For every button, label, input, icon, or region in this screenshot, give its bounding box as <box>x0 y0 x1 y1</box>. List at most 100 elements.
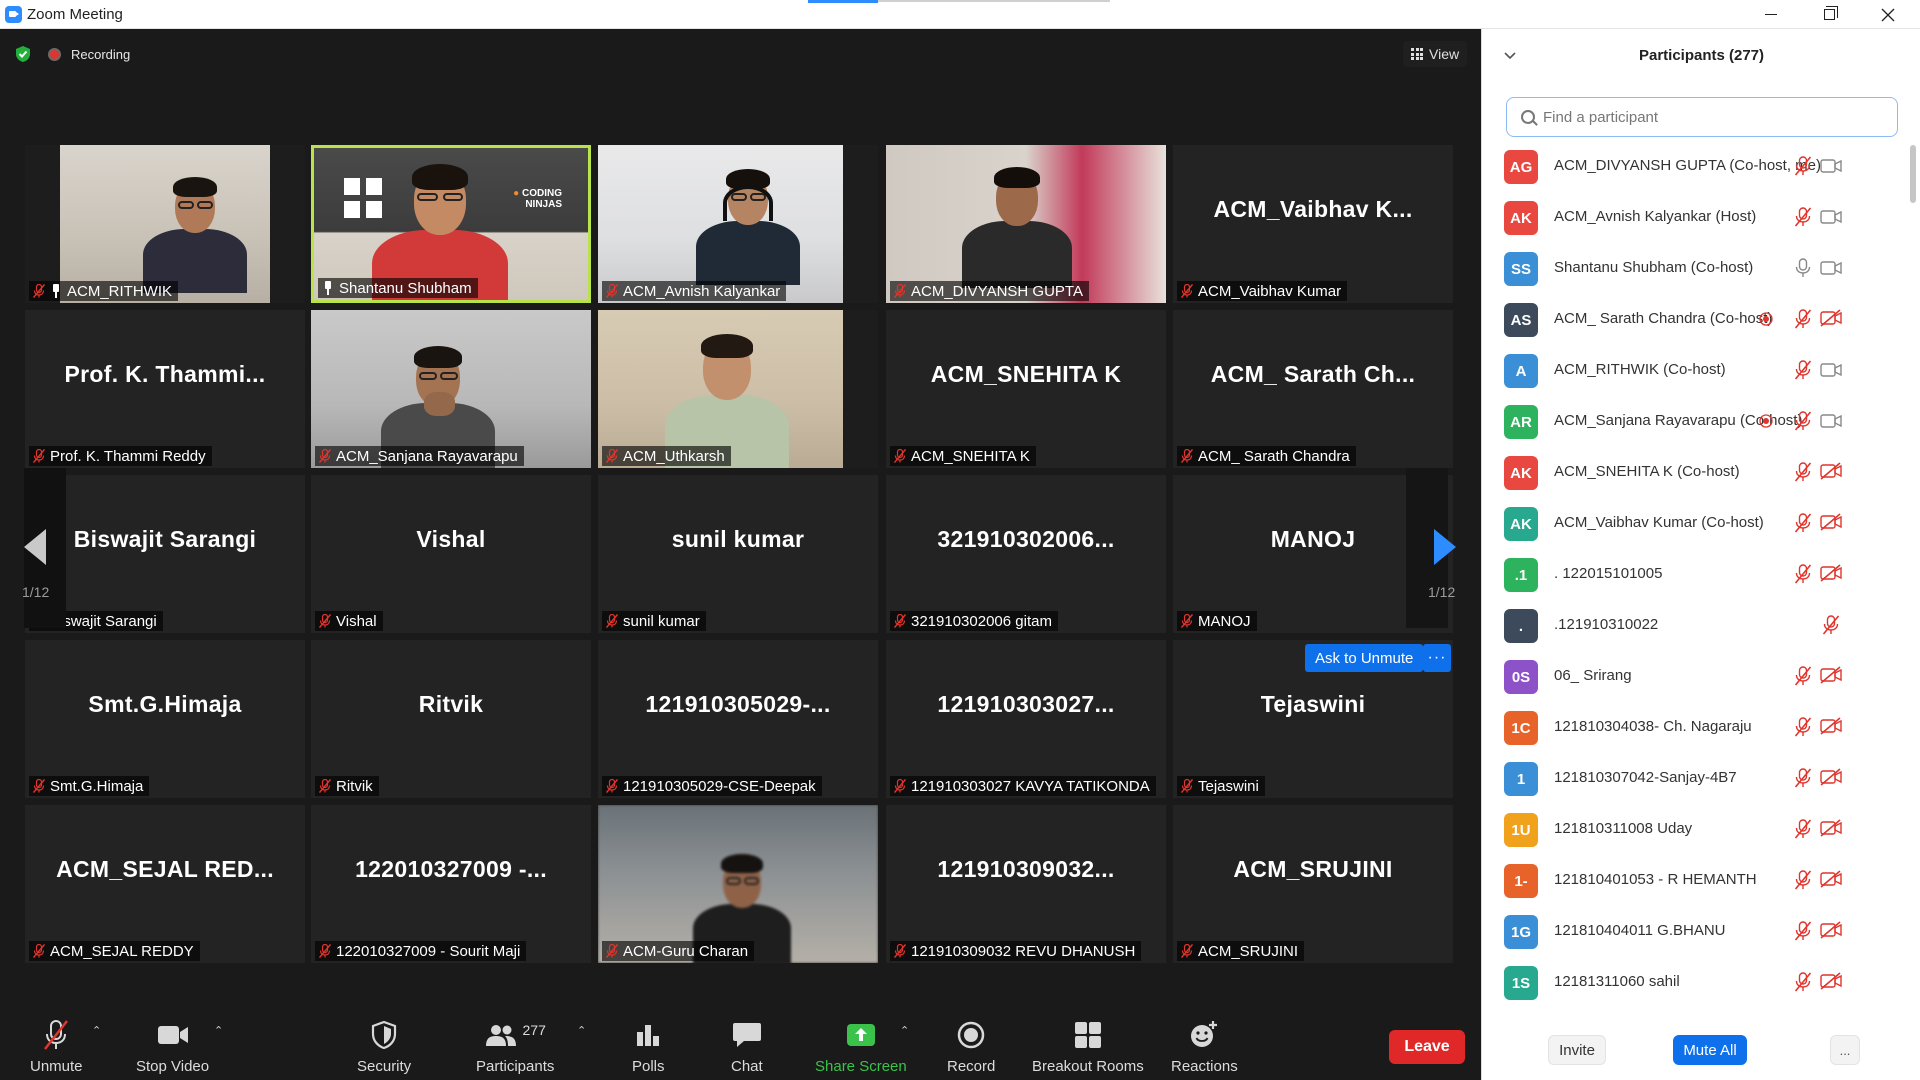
page-indicator-left: 1/12 <box>22 584 50 600</box>
video-camera-icon <box>1820 209 1842 230</box>
view-button[interactable]: View <box>1403 41 1468 67</box>
video-tile[interactable]: Biswajit Sarangi Biswajit Sarangi <box>25 475 305 633</box>
video-tile[interactable]: ACM_RITHWIK <box>25 145 305 303</box>
video-tile[interactable]: sunil kumar sunil kumar <box>598 475 878 633</box>
mic-muted-icon[interactable] <box>1794 717 1812 742</box>
participant-row[interactable]: AK ACM_SNEHITA K (Co-host) <box>1482 446 1902 497</box>
mic-muted-icon[interactable] <box>1794 309 1812 334</box>
participant-row[interactable]: 1U 121810311008 Uday <box>1482 803 1902 854</box>
participant-row[interactable]: AR ACM_Sanjana Rayavarapu (Co-host) <box>1482 395 1902 446</box>
participant-name-display: ACM_Vaibhav K... <box>1213 195 1413 222</box>
mic-muted-icon[interactable] <box>1794 564 1812 589</box>
participant-search-input[interactable] <box>1543 108 1883 126</box>
video-tile[interactable]: 121910305029-... 121910305029-CSE-Deepak <box>598 640 878 798</box>
video-tile[interactable]: ACM_Uthkarsh <box>598 310 878 468</box>
participant-row[interactable]: 1S 12181311060 sahil <box>1482 956 1902 1007</box>
video-tile[interactable]: Ritvik Ritvik <box>311 640 591 798</box>
record-button[interactable]: Record <box>947 1018 995 1075</box>
video-tile[interactable]: ACM_Vaibhav K... ACM_Vaibhav Kumar <box>1173 145 1453 303</box>
video-tile[interactable]: 321910302006... 321910302006 gitam <box>886 475 1166 633</box>
mic-muted-icon[interactable] <box>1794 819 1812 844</box>
participant-row[interactable]: A ACM_RITHWIK (Co-host) <box>1482 344 1902 395</box>
mic-muted-icon[interactable] <box>1794 870 1812 895</box>
video-tile[interactable]: 121910309032... 121910309032 REVU DHANUSH <box>886 805 1166 963</box>
participant-search-box[interactable] <box>1506 97 1898 137</box>
video-tile[interactable]: Smt.G.Himaja Smt.G.Himaja <box>25 640 305 798</box>
leave-button[interactable]: Leave <box>1389 1030 1465 1064</box>
mic-muted-icon <box>893 448 907 463</box>
video-tile[interactable]: 122010327009 -... 122010327009 - Sourit M… <box>311 805 591 963</box>
participant-row[interactable]: .1 . 122015101005 <box>1482 548 1902 599</box>
video-tile[interactable]: ACM_DIVYANSH GUPTA <box>886 145 1166 303</box>
tile-more-options-button[interactable]: ··· <box>1423 644 1451 672</box>
minimize-button[interactable] <box>1748 0 1794 29</box>
mic-muted-icon[interactable] <box>1794 360 1812 385</box>
share-screen-button[interactable]: Share Screen <box>815 1018 907 1075</box>
mic-muted-icon[interactable] <box>1794 207 1812 232</box>
mic-muted-icon[interactable] <box>1794 411 1812 436</box>
mic-muted-icon[interactable] <box>1794 972 1812 997</box>
participant-row[interactable]: AS ACM_ Sarath Chandra (Co-host) <box>1482 293 1902 344</box>
video-tile[interactable]: 121910303027... 121910303027 KAVYA TATIKO… <box>886 640 1166 798</box>
encryption-shield-icon[interactable] <box>14 45 32 63</box>
participant-row[interactable]: AG ACM_DIVYANSH GUPTA (Co-host, me) <box>1482 140 1902 191</box>
maximize-button[interactable] <box>1806 0 1852 29</box>
video-tile[interactable]: ACM_SRUJINI ACM_SRUJINI <box>1173 805 1453 963</box>
mute-all-button[interactable]: Mute All <box>1673 1035 1747 1065</box>
video-tile[interactable]: ACM_SEJAL RED... ACM_SEJAL REDDY <box>25 805 305 963</box>
participant-row[interactable]: 1C 121810304038- Ch. Nagaraju <box>1482 701 1902 752</box>
participant-row[interactable]: 0S 06_ Srirang <box>1482 650 1902 701</box>
scrollbar-thumb[interactable] <box>1910 145 1916 203</box>
unmute-button[interactable]: Unmute <box>30 1018 83 1075</box>
video-options-caret[interactable]: ⌃ <box>214 1024 223 1037</box>
ask-to-unmute-button[interactable]: Ask to Unmute <box>1305 644 1424 672</box>
mic-muted-icon[interactable] <box>1794 921 1812 946</box>
participant-row[interactable]: AK ACM_Avnish Kalyankar (Host) <box>1482 191 1902 242</box>
breakout-rooms-button[interactable]: Breakout Rooms <box>1032 1018 1144 1075</box>
participant-row[interactable]: . .121910310022 <box>1482 599 1902 650</box>
participant-name-label: ACM_Uthkarsh <box>602 446 731 466</box>
mic-icon[interactable] <box>1794 258 1812 283</box>
chat-button[interactable]: Chat <box>731 1018 763 1075</box>
video-tile[interactable]: ACM-Guru Charan <box>598 805 878 963</box>
participants-button[interactable]: 277 Participants <box>476 1018 554 1075</box>
polls-button[interactable]: Polls <box>632 1018 665 1075</box>
participant-row[interactable]: SS Shantanu Shubham (Co-host) <box>1482 242 1902 293</box>
mic-muted-icon[interactable] <box>1794 156 1812 181</box>
panel-more-button[interactable]: ... <box>1830 1035 1860 1065</box>
previous-page-button[interactable] <box>24 468 66 628</box>
video-tile[interactable]: Prof. K. Thammi... Prof. K. Thammi Reddy <box>25 310 305 468</box>
participant-list-scrollbar[interactable] <box>1909 139 1917 1039</box>
reactions-button[interactable]: Reactions <box>1171 1018 1238 1075</box>
video-tile[interactable]: Vishal Vishal <box>311 475 591 633</box>
invite-button[interactable]: Invite <box>1548 1035 1606 1065</box>
participant-avatar: AS <box>1504 303 1538 337</box>
participant-row[interactable]: AK ACM_Vaibhav Kumar (Co-host) <box>1482 497 1902 548</box>
mic-muted-icon[interactable] <box>1794 513 1812 538</box>
stop-video-button[interactable]: Stop Video <box>136 1018 209 1075</box>
video-tile[interactable]: ACM_ Sarath Ch... ACM_ Sarath Chandra <box>1173 310 1453 468</box>
video-tile[interactable]: ACM_Avnish Kalyankar <box>598 145 878 303</box>
close-window-button[interactable] <box>1865 0 1911 29</box>
next-page-button[interactable] <box>1406 468 1456 628</box>
participant-avatar: AK <box>1504 507 1538 541</box>
participant-name: . 122015101005 <box>1554 565 1663 582</box>
audio-options-caret[interactable]: ⌃ <box>92 1024 101 1037</box>
participant-row[interactable]: 1- 121810401053 - R HEMANTH <box>1482 854 1902 905</box>
video-tile[interactable]: ACM_SNEHITA K ACM_SNEHITA K <box>886 310 1166 468</box>
mic-muted-icon[interactable] <box>1794 462 1812 487</box>
video-tile[interactable]: ACM_Sanjana Rayavarapu <box>311 310 591 468</box>
security-button[interactable]: Security <box>357 1018 411 1075</box>
title-bar: Zoom Meeting <box>0 0 1920 29</box>
participant-row[interactable]: 1G 121810404011 G.BHANU <box>1482 905 1902 956</box>
participants-options-caret[interactable]: ⌃ <box>577 1024 586 1037</box>
participant-name-display: 121910309032... <box>937 855 1115 882</box>
mic-muted-icon[interactable] <box>1822 615 1840 640</box>
mic-muted-icon[interactable] <box>1794 666 1812 691</box>
participant-avatar: A <box>1504 354 1538 388</box>
participant-name: .121910310022 <box>1554 616 1659 633</box>
mic-muted-icon[interactable] <box>1794 768 1812 793</box>
participant-row[interactable]: 1 121810307042-Sanjay-4B7 <box>1482 752 1902 803</box>
video-tile[interactable]: ● CODING NINJAS Shantanu Shubham <box>311 145 591 303</box>
share-options-caret[interactable]: ⌃ <box>900 1024 909 1037</box>
